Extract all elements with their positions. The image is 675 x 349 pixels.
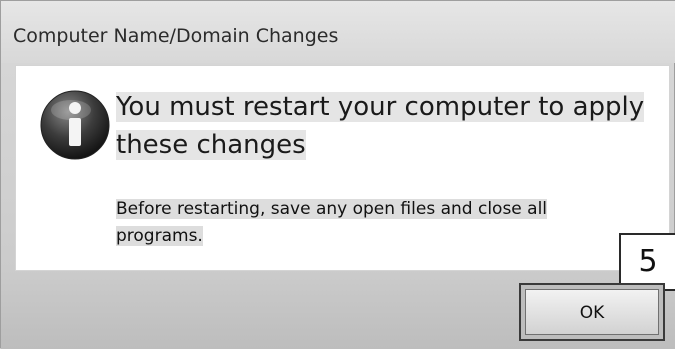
- information-icon: [40, 90, 110, 160]
- dialog-content: You must restart your computer to apply …: [15, 65, 670, 271]
- secondary-instruction: Before restarting, save any open files a…: [116, 199, 548, 246]
- ok-button-label[interactable]: OK: [525, 289, 659, 335]
- title-bar[interactable]: Computer Name/Domain Changes: [1, 1, 675, 63]
- main-instruction: You must restart your computer to apply …: [116, 92, 645, 160]
- dialog-window: Computer Name/Domain Changes You must re…: [0, 0, 675, 349]
- ok-button[interactable]: OK: [519, 283, 665, 341]
- dialog-title: Computer Name/Domain Changes: [13, 25, 339, 47]
